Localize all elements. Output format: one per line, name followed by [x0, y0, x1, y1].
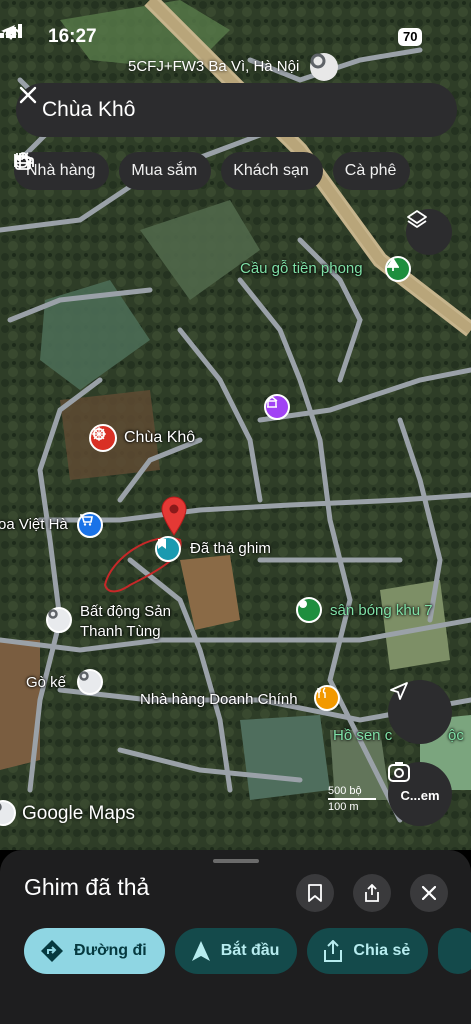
chip-label: Nhà hàng: [26, 162, 96, 179]
chip-hotels[interactable]: Khách sạn: [14, 152, 323, 190]
search-query[interactable]: Chùa Khô: [42, 98, 135, 122]
poi-label-lotus-pond[interactable]: Hồ sen c: [333, 727, 392, 744]
wifi-icon: [2, 27, 20, 40]
poi-label-realestate-line2[interactable]: Thanh Tùng: [80, 623, 161, 640]
poi-label-dropped-pin[interactable]: Đã thả ghim: [190, 540, 271, 557]
battery-level: 70: [398, 28, 423, 46]
status-time: 16:27: [48, 26, 97, 47]
status-bar: 16:27 70: [0, 24, 471, 52]
poi-label-realestate-line1[interactable]: Bất động Sản: [80, 603, 171, 620]
start-label: Bắt đầu: [220, 942, 280, 959]
poi-label-bridge: Cầu gỗ tiền phong: [240, 260, 363, 277]
save-button[interactable]: [296, 874, 334, 912]
temple-pin-icon[interactable]: [264, 394, 290, 420]
chip-label: Khách sạn: [233, 162, 309, 179]
scale-bar: [328, 798, 376, 800]
search-bar[interactable]: Chùa Khô: [16, 83, 457, 137]
dropped-pin-marker-icon[interactable]: [160, 496, 188, 536]
poi-label-lotus-pond-tail[interactable]: ộc: [448, 727, 464, 744]
drag-handle[interactable]: [213, 859, 259, 863]
poi-label-go-ke[interactable]: Gò kế: [26, 674, 66, 691]
poi-label-shop[interactable]: oa Việt Hà: [0, 516, 68, 533]
close-icon[interactable]: [16, 83, 40, 107]
google-maps-watermark: Google Maps: [22, 803, 136, 824]
my-location-button[interactable]: [388, 680, 452, 744]
place-sheet: Ghim đã thả Đường đi Bắt đầu Chia sẻ: [0, 850, 471, 1024]
layers-icon: [407, 210, 427, 228]
park-pin-icon[interactable]: [385, 256, 411, 282]
poi-label-field[interactable]: sân bóng khu 7: [330, 602, 433, 619]
cart-pin-icon[interactable]: [77, 512, 103, 538]
chip-label: Cà phê: [344, 162, 397, 179]
bookmark-icon: [308, 884, 322, 902]
category-chips: Nhà hàng Mua sắm Khách sạn Cà phê: [14, 152, 411, 190]
sports-field-pin-icon[interactable]: [296, 597, 322, 623]
start-button[interactable]: Bắt đầu: [174, 928, 298, 974]
chip-label: Mua sắm: [131, 162, 198, 179]
chip-coffee[interactable]: Cà phê: [15, 152, 411, 190]
share-label: Chia sẻ: [353, 942, 411, 959]
place-pin-icon[interactable]: [77, 669, 103, 695]
lens-button[interactable]: C...em: [388, 762, 452, 826]
chip-shopping[interactable]: Mua sắm: [15, 152, 212, 190]
navigation-icon: [191, 941, 210, 961]
directions-label: Đường đi: [74, 942, 147, 959]
more-action-button[interactable]: [438, 928, 471, 974]
directions-icon: [41, 940, 63, 962]
plus-code: 5CFJ+FW3 Ba Vì, Hà Nội: [128, 58, 300, 75]
close-sheet-button[interactable]: [410, 874, 448, 912]
share-action-button[interactable]: Chia sẻ: [307, 928, 429, 974]
lens-label: C...em: [400, 787, 440, 803]
camera-lens-icon: [388, 762, 410, 782]
scale-ft: 500 bộ: [328, 785, 362, 797]
share-button[interactable]: [353, 874, 391, 912]
layers-button[interactable]: [406, 209, 452, 255]
share-icon: [365, 884, 379, 902]
dharma-wheel-icon[interactable]: [89, 424, 117, 452]
place-pin-icon[interactable]: [46, 607, 72, 633]
location-pin-icon[interactable]: [310, 53, 338, 81]
navigation-arrow-icon: [390, 682, 408, 700]
close-icon: [422, 886, 436, 900]
poi-label-restaurant[interactable]: Nhà hàng Doanh Chính: [140, 691, 298, 708]
sheet-title: Ghim đã thả: [24, 874, 150, 900]
action-buttons: Đường đi Bắt đầu Chia sẻ: [24, 928, 471, 974]
directions-button[interactable]: Đường đi: [24, 928, 165, 974]
coffee-icon: [15, 155, 32, 168]
fork-knife-pin-icon[interactable]: [314, 685, 340, 711]
bookmark-pin-icon[interactable]: [155, 536, 181, 562]
map-view[interactable]: 16:27 70 5CFJ+FW3 Ba Vì, Hà Nội Chùa Khô…: [0, 0, 471, 850]
share-icon: [324, 940, 343, 962]
map-scale: 500 bộ 100 m: [328, 785, 376, 813]
poi-label-temple[interactable]: Chùa Khô: [124, 429, 195, 447]
scale-m: 100 m: [328, 801, 359, 813]
